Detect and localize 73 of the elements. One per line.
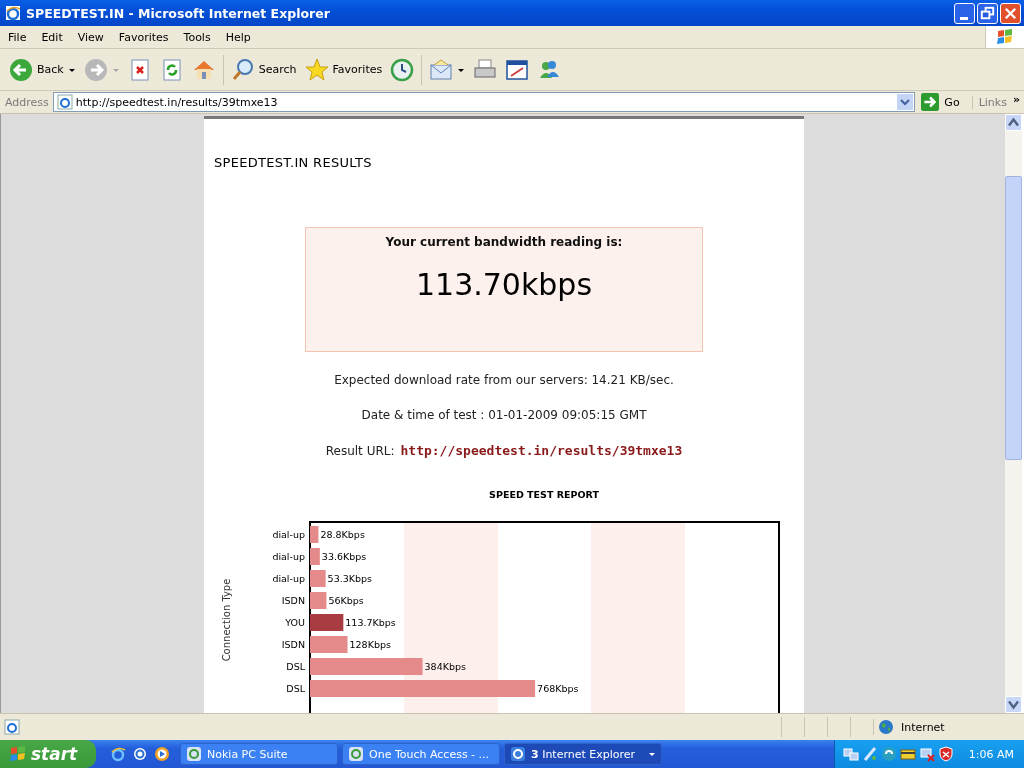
go-button[interactable]: Go: [915, 93, 972, 111]
menu-item[interactable]: Favorites: [110, 30, 176, 44]
favorites-button[interactable]: Favorites: [301, 55, 386, 84]
menu-item[interactable]: File: [0, 30, 34, 44]
category-label: dial-up: [272, 529, 305, 540]
page-heading: SPEEDTEST.IN RESULTS: [214, 155, 372, 170]
search-icon: [230, 57, 255, 82]
chart-title: SPEED TEST REPORT: [489, 489, 599, 500]
disconnected-network-icon[interactable]: [918, 746, 935, 762]
taskbar-button[interactable]: 3 Internet Explorer: [504, 743, 662, 765]
value-label: 128Kbps: [349, 639, 391, 650]
value-label: 28.8Kbps: [320, 529, 365, 540]
axis-title: Connection Type: [221, 578, 232, 662]
app-icon: [510, 746, 526, 762]
value-label: 56Kbps: [328, 595, 364, 606]
clock: 1:06 AM: [968, 747, 1014, 761]
security-zone: Internet: [901, 720, 945, 734]
test-date-text: Date & time of test : 01-01-2009 09:05:15 GMT: [361, 408, 647, 422]
result-url-link[interactable]: http://speedtest.in/results/39tmxe13: [400, 443, 683, 458]
category-label: dial-up: [272, 551, 305, 562]
back-button[interactable]: Back: [6, 55, 79, 84]
window-title: SPEEDTEST.IN - Microsoft Internet Explorer: [26, 5, 330, 21]
page-icon: [4, 719, 20, 735]
star-icon: [304, 57, 329, 82]
category-label: YOU: [285, 617, 305, 628]
more-links-button[interactable]: »: [1006, 92, 1024, 112]
category-label: DSL: [286, 661, 305, 672]
sync-icon[interactable]: [880, 746, 897, 762]
browser-icon[interactable]: [110, 746, 126, 762]
vertical-scrollbar[interactable]: [1005, 114, 1022, 713]
close-button[interactable]: [1000, 2, 1021, 24]
windows-logo-icon: [8, 744, 28, 764]
value-label: 33.6Kbps: [321, 551, 367, 562]
media-player-icon[interactable]: [154, 746, 170, 762]
value-label: 113.7Kbps: [345, 617, 396, 628]
result-url-label: Result URL:: [325, 444, 395, 458]
category-label: DSL: [286, 683, 305, 694]
caret-icon: [648, 750, 656, 758]
app-icon: [348, 746, 364, 762]
value-label: 53.3Kbps: [327, 573, 373, 584]
value-label: 768Kbps: [537, 683, 579, 694]
value-label: 384Kbps: [424, 661, 466, 672]
category-label: ISDN: [281, 595, 305, 606]
minimize-icon: [960, 16, 968, 20]
mail-client-icon[interactable]: [132, 746, 148, 762]
bandwidth-reading: 113.70kbps: [415, 267, 593, 302]
dropdown-icon[interactable]: [897, 94, 914, 110]
globe-icon: [878, 719, 894, 735]
links-label[interactable]: Links: [971, 95, 1007, 109]
address-field[interactable]: http://speedtest.in/results/39tmxe13: [52, 92, 916, 112]
card-icon[interactable]: [899, 746, 916, 762]
restore-button[interactable]: [977, 2, 998, 24]
menu-item[interactable]: Edit: [33, 30, 70, 44]
app-icon: [186, 746, 202, 762]
menu-item[interactable]: Tools: [175, 30, 218, 44]
shield-icon[interactable]: [937, 746, 954, 762]
minimize-button[interactable]: [954, 2, 975, 24]
category-label: ISDN: [281, 639, 305, 650]
address-label: Address: [4, 95, 50, 109]
menu-item[interactable]: View: [69, 30, 111, 44]
menu-item[interactable]: Help: [217, 30, 258, 44]
reading-label: Your current bandwidth reading is:: [385, 235, 623, 249]
wireless-icon[interactable]: [861, 746, 878, 762]
category-label: dial-up: [272, 573, 305, 584]
browser-icon: [5, 5, 21, 21]
go-arrow-icon: [921, 93, 940, 111]
search-button[interactable]: Search: [227, 55, 300, 84]
network-icon[interactable]: [842, 746, 859, 762]
page-icon: [56, 94, 73, 110]
windows-logo-icon: [995, 27, 1015, 47]
download-rate-text: Expected download rate from our servers: 14.21 KB/sec.: [334, 373, 674, 387]
taskbar-button[interactable]: Nokia PC Suite: [180, 743, 338, 765]
taskbar-button[interactable]: One Touch Access - ...: [342, 743, 500, 765]
